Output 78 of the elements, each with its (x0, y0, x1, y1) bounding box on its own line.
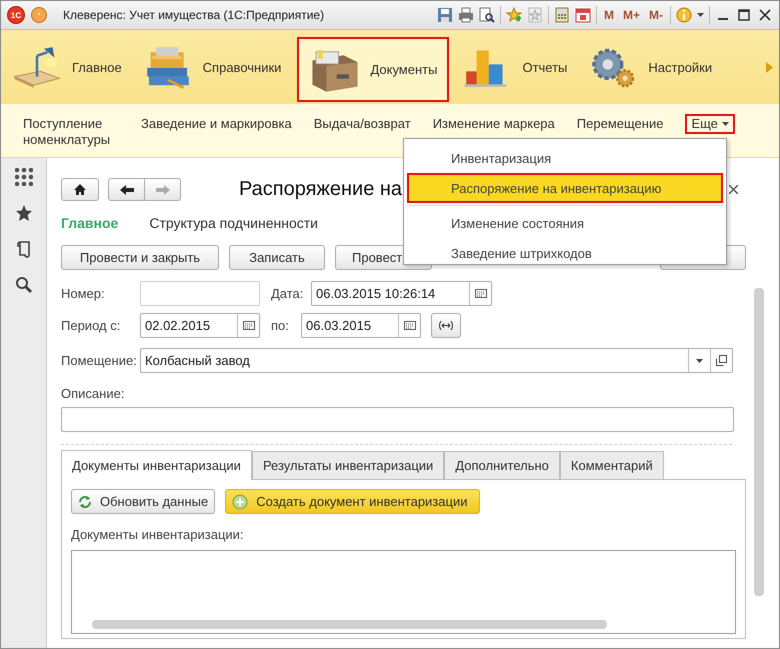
menu-item[interactable]: Инвентаризация (407, 143, 723, 173)
description-field[interactable] (61, 407, 734, 432)
caret-icon (696, 358, 703, 362)
caret-icon (38, 12, 40, 18)
window-title: Клеверенс: Учет имущества (1С:Предприятие) (63, 8, 326, 22)
section-tab[interactable]: Настройки (583, 30, 724, 104)
tab[interactable]: Комментарий (560, 451, 664, 479)
command-button[interactable]: Провести и закрыть (61, 245, 219, 270)
app-logo[interactable]: 1С (7, 6, 25, 24)
memory-button[interactable]: M- (647, 8, 665, 22)
close-icon[interactable] (757, 7, 773, 23)
number-field[interactable] (140, 281, 260, 306)
back-arrow-icon (120, 184, 134, 194)
tab[interactable]: Результаты инвентаризации (252, 451, 444, 479)
section-tab[interactable]: Отчеты (457, 30, 580, 104)
calendar-icon (242, 321, 254, 330)
scrollbar[interactable] (754, 288, 764, 596)
menu-item[interactable]: Изменение состояния (407, 208, 723, 238)
date-field[interactable]: 06.03.2015 10:26:14 (311, 281, 492, 306)
main-menu-button[interactable] (31, 7, 47, 23)
add-favorite-icon[interactable] (506, 7, 522, 23)
scroll-icon[interactable] (16, 240, 32, 258)
memory-button[interactable]: M+ (620, 8, 642, 22)
save-icon[interactable] (436, 7, 453, 23)
field-label: Описание: (61, 386, 124, 401)
star-icon[interactable] (14, 204, 32, 222)
section-tab[interactable]: Главное (7, 30, 134, 104)
premises-field[interactable]: Колбасный завод (140, 348, 733, 373)
date-field[interactable]: 06.03.2015 (301, 313, 421, 338)
section-tab[interactable]: Документы (297, 37, 450, 102)
date-field[interactable]: 02.02.2015 (140, 313, 260, 338)
forward-arrow-icon (156, 184, 170, 194)
caret-icon[interactable] (697, 13, 704, 17)
calendar-icon[interactable] (574, 7, 591, 23)
subsection-link[interactable]: Изменение маркера (432, 116, 555, 132)
section-tab[interactable]: Справочники (138, 30, 294, 104)
period-icon (438, 321, 454, 330)
subsection-link[interactable]: Поступление номенклатуры (23, 116, 119, 148)
calendar-icon (474, 289, 486, 298)
back-button[interactable] (108, 178, 145, 201)
memory-button[interactable]: M (602, 8, 616, 22)
create-button[interactable]: Создать документ инвентаризации (225, 489, 480, 514)
home-icon (74, 184, 86, 195)
close-icon (729, 184, 738, 194)
form-title: Распоряжение на (239, 178, 402, 201)
menu-item[interactable]: Распоряжение на инвентаризацию (407, 173, 723, 203)
tab[interactable]: Документы инвентаризации (61, 450, 252, 480)
open-icon (716, 355, 727, 366)
refresh-button[interactable]: Обновить данные (71, 489, 216, 514)
field-label: по: (271, 318, 290, 333)
caret-icon (722, 122, 729, 126)
home-button[interactable] (61, 178, 99, 201)
calculator-icon[interactable] (554, 7, 570, 23)
tab[interactable]: Дополнительно (444, 451, 560, 479)
command-button[interactable]: Записать (229, 245, 325, 270)
search-icon[interactable] (14, 276, 32, 294)
documents-table[interactable] (71, 550, 736, 634)
printer-icon[interactable] (458, 7, 474, 23)
field-label: Дата: (271, 286, 304, 301)
subsection-link[interactable]: Выдача/возврат (314, 116, 411, 132)
table-label: Документы инвентаризации: (71, 527, 244, 542)
grid-menu-icon[interactable] (14, 168, 32, 186)
print-preview-icon[interactable] (478, 7, 495, 23)
field-label: Номер: (61, 286, 106, 301)
info-icon[interactable] (676, 7, 692, 23)
desk-lamp-icon (11, 45, 63, 89)
form-tab[interactable]: Структура подчиненности (149, 215, 318, 231)
calendar-icon (404, 321, 416, 330)
field-label: Период с: (61, 318, 122, 333)
more-link[interactable]: Еще (685, 114, 735, 134)
add-icon (232, 494, 248, 510)
subsection-link[interactable]: Заведение и маркировка (141, 116, 292, 132)
period-button[interactable] (431, 313, 461, 338)
maximize-icon[interactable] (736, 7, 752, 23)
field-label: Помещение: (61, 353, 138, 368)
refresh-icon (78, 494, 92, 508)
scrollbar[interactable] (92, 620, 607, 629)
subsection-link[interactable]: Перемещение (576, 116, 664, 132)
